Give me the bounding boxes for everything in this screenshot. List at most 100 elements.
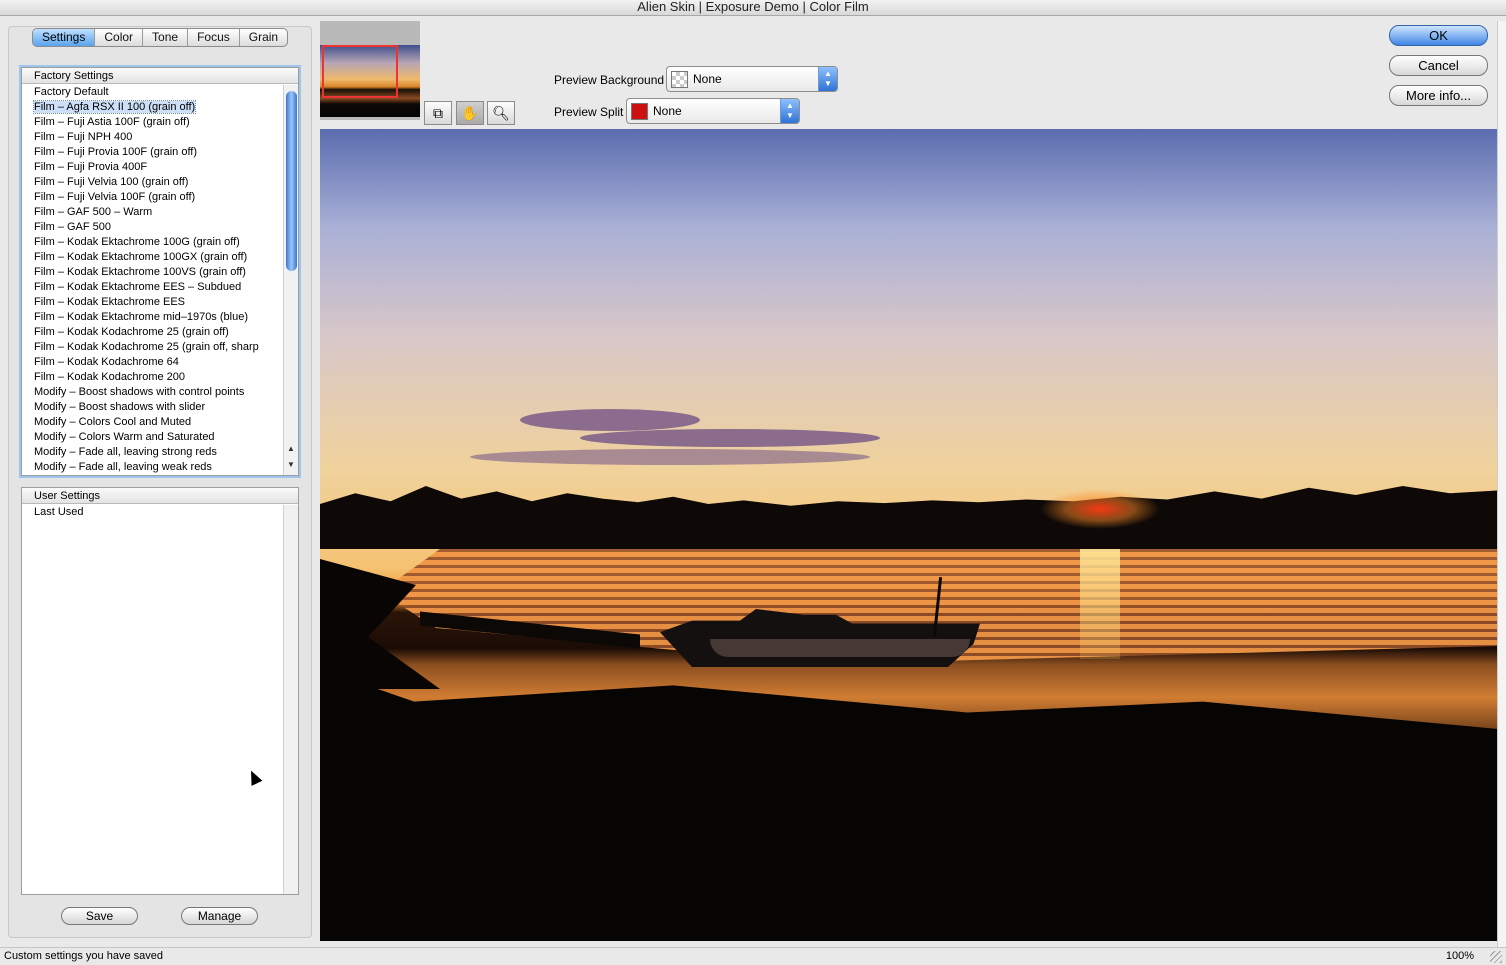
list-item-label: Modify – Boost shadows with control poin… — [34, 386, 245, 398]
window-title: Alien Skin | Exposure Demo | Color Film — [0, 0, 1506, 16]
list-item[interactable]: Last Used — [22, 505, 283, 520]
list-item-label: Film – Kodak Kodachrome 200 — [34, 371, 186, 383]
more-info-button[interactable]: More info... — [1389, 85, 1488, 106]
preview-navigator[interactable] — [320, 21, 420, 120]
popup-arrows-icon: ▲ ▼ — [818, 67, 837, 91]
preview-split-label: Preview Split — [554, 105, 624, 119]
list-item-label: Film – Kodak Ektachrome 100G (grain off) — [34, 236, 240, 248]
resize-grip-icon[interactable] — [1490, 951, 1502, 963]
boat-hull — [710, 639, 970, 657]
list-item[interactable]: Factory Default — [22, 85, 283, 100]
preview-split-select[interactable]: None ▲ ▼ — [626, 98, 800, 124]
list-item[interactable]: Film – Agfa RSX II 100 (grain off) — [22, 100, 283, 115]
list-item[interactable]: Film – GAF 500 – Warm — [22, 205, 283, 220]
list-item[interactable]: Film – Kodak Ektachrome 100VS (grain off… — [22, 265, 283, 280]
list-item[interactable]: Film – Kodak Kodachrome 25 (grain off) — [22, 325, 283, 340]
list-item-label: Modify – Colors Warm and Saturated — [34, 431, 215, 443]
cloud — [520, 409, 700, 431]
list-item-label: Modify – Colors Cool and Muted — [34, 416, 192, 428]
treeline-silhouette — [320, 486, 1497, 549]
scroll-up-arrow-icon[interactable]: ▲ — [284, 443, 298, 455]
setting-sun — [1040, 489, 1160, 529]
list-item[interactable]: Modify – Boost shadows with slider — [22, 400, 283, 415]
user-scrollbar[interactable] — [283, 505, 298, 894]
sun-reflection — [1080, 549, 1120, 659]
list-item-label: Film – Fuji Astia 100F (grain off) — [34, 116, 190, 128]
user-settings-items: Last Used — [22, 505, 283, 894]
cloud — [580, 429, 880, 447]
navigator-view-rect[interactable] — [322, 45, 398, 98]
preview-image[interactable] — [320, 129, 1497, 941]
factory-scrollbar[interactable]: ▲ ▼ — [283, 85, 298, 475]
list-item-label: Factory Default — [34, 86, 109, 98]
checkerboard-icon — [671, 71, 688, 88]
user-settings-list[interactable]: User Settings Last Used — [21, 487, 299, 895]
cloud — [470, 449, 870, 465]
list-item[interactable]: Modify – Fade all, leaving strong reds — [22, 445, 283, 460]
zoom-tool-icon[interactable]: 🔍︎ — [487, 101, 515, 125]
hand-tool-icon[interactable]: ✋ — [456, 101, 484, 125]
list-item-label: Modify – Fade all, leaving weak reds — [34, 461, 212, 473]
list-item[interactable]: Modify – Fade all, leaving weak reds — [22, 460, 283, 475]
list-item-label: Modify – Boost shadows with slider — [34, 401, 206, 413]
list-item[interactable]: Film – Fuji Velvia 100F (grain off) — [22, 190, 283, 205]
list-item[interactable]: Film – Fuji Astia 100F (grain off) — [22, 115, 283, 130]
list-item-label: Film – Fuji Provia 400F — [34, 161, 148, 173]
list-item-label: Film – Kodak Kodachrome 64 — [34, 356, 179, 368]
list-item-label: Film – Kodak Ektachrome EES – Subdued — [34, 281, 242, 293]
list-item[interactable]: Modify – Colors Warm and Saturated — [22, 430, 283, 445]
list-item[interactable]: Film – Fuji Provia 100F (grain off) — [22, 145, 283, 160]
tab-tone[interactable]: Tone — [143, 29, 189, 46]
list-item-label: Modify – Fade all, leaving strong reds — [34, 446, 217, 458]
list-item-label: Film – Fuji Velvia 100 (grain off) — [34, 176, 189, 188]
list-item-label: Film – Kodak Ektachrome mid–1970s (blue) — [34, 311, 248, 323]
preview-split-value: None — [653, 104, 682, 118]
list-item-label: Film – Kodak Ektachrome 100GX (grain off… — [34, 251, 248, 263]
tab-bar: Settings Color Tone Focus Grain — [32, 28, 289, 47]
list-item-label: Film – GAF 500 – Warm — [34, 206, 153, 218]
popup-arrows-icon: ▲ ▼ — [780, 99, 799, 123]
list-item[interactable]: Film – Fuji Provia 400F — [22, 160, 283, 175]
cancel-button[interactable]: Cancel — [1389, 55, 1488, 76]
list-item-label: Film – Kodak Ektachrome 100VS (grain off… — [34, 266, 246, 278]
split-color-icon — [631, 103, 648, 120]
tab-focus[interactable]: Focus — [188, 29, 240, 46]
list-item-label: Last Used — [34, 506, 84, 518]
tab-settings[interactable]: Settings — [33, 29, 96, 46]
compare-tool-icon[interactable]: ⧉ — [424, 101, 452, 125]
list-item[interactable]: Film – Fuji NPH 400 — [22, 130, 283, 145]
tab-grain[interactable]: Grain — [240, 29, 287, 46]
save-button[interactable]: Save — [61, 907, 138, 925]
list-item[interactable]: Film – Kodak Ektachrome mid–1970s (blue) — [22, 310, 283, 325]
list-item-label: Film – Fuji Provia 100F (grain off) — [34, 146, 198, 158]
list-item[interactable]: Film – Kodak Ektachrome 100GX (grain off… — [22, 250, 283, 265]
scroll-down-arrow-icon[interactable]: ▼ — [284, 459, 298, 471]
list-item[interactable]: Film – Kodak Kodachrome 64 — [22, 355, 283, 370]
list-item[interactable]: Film – Kodak Kodachrome 200 — [22, 370, 283, 385]
list-item-label: Film – Fuji NPH 400 — [34, 131, 133, 143]
factory-settings-list[interactable]: Factory Settings Factory Default Film – A… — [21, 67, 299, 476]
list-item[interactable]: Film – Kodak Kodachrome 25 (grain off, s… — [22, 340, 283, 355]
list-item-label: Film – Fuji Velvia 100F (grain off) — [34, 191, 196, 203]
exposure-window: Alien Skin | Exposure Demo | Color Film … — [0, 0, 1506, 965]
list-item-label: Film – Kodak Ektachrome EES — [34, 296, 186, 308]
list-item[interactable]: Film – Fuji Velvia 100 (grain off) — [22, 175, 283, 190]
preview-background-select[interactable]: None ▲ ▼ — [666, 66, 838, 92]
ok-button[interactable]: OK — [1389, 25, 1488, 46]
list-item-label: Film – Agfa RSX II 100 (grain off) — [32, 100, 197, 114]
factory-settings-header: Factory Settings — [22, 68, 298, 84]
list-item[interactable]: Film – GAF 500 — [22, 220, 283, 235]
list-item[interactable]: Modify – Boost shadows with control poin… — [22, 385, 283, 400]
list-item[interactable]: Film – Kodak Ektachrome 100G (grain off) — [22, 235, 283, 250]
tab-color[interactable]: Color — [95, 29, 144, 46]
status-bar: Custom settings you have saved 100% — [0, 947, 1506, 965]
zoom-level: 100% — [1445, 950, 1474, 962]
list-item[interactable]: Modify – Colors Cool and Muted — [22, 415, 283, 430]
user-settings-header: User Settings — [22, 488, 298, 504]
list-item[interactable]: Film – Kodak Ektachrome EES — [22, 295, 283, 310]
manage-button[interactable]: Manage — [181, 907, 258, 925]
scroll-thumb[interactable] — [286, 91, 297, 271]
list-item[interactable]: Film – Kodak Ektachrome EES – Subdued — [22, 280, 283, 295]
list-item-label: Film – Kodak Kodachrome 25 (grain off) — [34, 326, 229, 338]
preview-background-value: None — [693, 72, 722, 86]
